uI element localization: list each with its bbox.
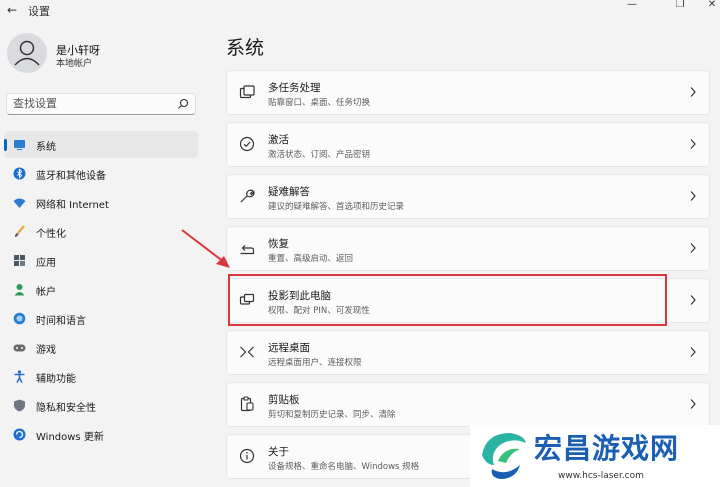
app-title: 设置	[28, 5, 50, 18]
card-subtitle: 建议的疑难解答、首选项和历史记录	[268, 202, 405, 212]
sidebar-item-privacy[interactable]: 隐私和安全性	[4, 392, 198, 419]
sidebar-item-label: 帐户	[36, 287, 56, 298]
title-bar: ← 设置 — ❐ ✕	[0, 0, 720, 22]
clipboard-icon	[240, 396, 254, 412]
search-box[interactable]	[6, 93, 196, 115]
user-avatar-icon	[14, 40, 40, 66]
card-title: 远程桌面	[268, 342, 310, 354]
sidebar-item-label: 辅助功能	[36, 374, 76, 385]
brush-icon	[15, 225, 25, 237]
card-title: 恢复	[268, 238, 289, 250]
card-subtitle: 远程桌面用户、连接权限	[268, 358, 362, 368]
sidebar-item-label: 应用	[36, 258, 56, 269]
sidebar-item-network[interactable]: 网络和 Internet	[4, 189, 198, 216]
chevron-right-icon	[690, 243, 696, 253]
wrench-icon	[240, 189, 255, 203]
watermark-brand: 宏昌游戏网	[534, 432, 680, 465]
card-clipboard[interactable]: 剪贴板 剪切和复制历史记录、同步、清除	[226, 382, 710, 427]
account-icon	[14, 284, 25, 296]
apps-icon	[14, 255, 25, 266]
shield-icon	[14, 399, 25, 412]
recovery-icon	[240, 245, 255, 255]
watermark: 宏昌游戏网 www.hcs-laser.com	[470, 425, 720, 487]
globe-clock-icon	[13, 312, 26, 325]
gamepad-icon	[13, 344, 26, 352]
sidebar-item-gaming[interactable]: 游戏	[4, 334, 198, 361]
highlight-box	[228, 274, 667, 326]
active-indicator	[4, 139, 7, 151]
sidebar-item-system[interactable]: 系统	[4, 131, 198, 158]
card-remote-desktop[interactable]: 远程桌面 远程桌面用户、连接权限	[226, 330, 710, 375]
info-icon	[239, 448, 255, 464]
card-troubleshoot[interactable]: 疑难解答 建议的疑难解答、首选项和历史记录	[226, 174, 710, 219]
sidebar-item-label: Windows 更新	[36, 432, 104, 443]
chevron-right-icon	[690, 139, 696, 149]
chevron-right-icon	[690, 347, 696, 357]
profile-account-type: 本地帐户	[56, 59, 93, 69]
sidebar-item-time-language[interactable]: 时间和语言	[4, 305, 198, 332]
card-subtitle: 贴靠窗口、桌面、任务切换	[268, 98, 371, 108]
search-icon[interactable]	[177, 98, 189, 110]
sidebar-item-label: 个性化	[36, 229, 66, 240]
back-arrow-icon[interactable]: ←	[4, 2, 20, 18]
chevron-right-icon	[690, 191, 696, 201]
brand-logo	[482, 433, 526, 479]
card-multitasking[interactable]: 多任务处理 贴靠窗口、桌面、任务切换	[226, 70, 710, 115]
card-recovery[interactable]: 恢复 重置、高级启动、返回	[226, 226, 710, 271]
watermark-url: www.hcs-laser.com	[558, 471, 644, 481]
card-title: 疑难解答	[268, 186, 310, 198]
chevron-right-icon	[690, 87, 696, 97]
wifi-icon	[13, 198, 26, 208]
bluetooth-icon	[13, 167, 26, 180]
restore-icon[interactable]: ❐	[668, 0, 692, 12]
card-activation[interactable]: 激活 激活状态、订阅、产品密钥	[226, 122, 710, 167]
sidebar-item-label: 游戏	[36, 345, 56, 356]
sidebar-item-apps[interactable]: 应用	[4, 247, 198, 274]
minimize-icon[interactable]: —	[620, 0, 644, 12]
sidebar-item-label: 隐私和安全性	[36, 403, 96, 414]
card-subtitle: 设备规格、重命名电脑、Windows 规格	[268, 462, 420, 472]
activation-check-icon	[239, 136, 255, 152]
card-subtitle: 剪切和复制历史记录、同步、清除	[268, 410, 396, 420]
sidebar-item-bluetooth[interactable]: 蓝牙和其他设备	[4, 160, 198, 187]
close-icon[interactable]: ✕	[700, 0, 720, 12]
card-title: 剪贴板	[268, 394, 300, 406]
sidebar-item-label: 系统	[36, 142, 56, 153]
chevron-right-icon	[690, 295, 696, 305]
sidebar-item-label: 网络和 Internet	[36, 200, 109, 211]
sidebar-item-personalization[interactable]: 个性化	[4, 218, 198, 245]
page-title: 系统	[226, 37, 265, 59]
accessibility-icon	[14, 370, 25, 383]
sidebar-item-accounts[interactable]: 帐户	[4, 276, 198, 303]
red-arrow-annotation	[181, 229, 230, 268]
update-icon	[13, 428, 26, 441]
card-subtitle: 激活状态、订阅、产品密钥	[268, 150, 371, 160]
sidebar-item-windows-update[interactable]: Windows 更新	[4, 421, 198, 448]
remote-desktop-icon	[240, 346, 254, 358]
card-title: 关于	[268, 446, 289, 458]
avatar[interactable]	[7, 33, 47, 73]
card-title: 激活	[268, 134, 289, 146]
system-display-icon	[14, 140, 25, 150]
search-input[interactable]	[13, 97, 173, 110]
card-title: 多任务处理	[268, 82, 321, 94]
card-subtitle: 重置、高级启动、返回	[268, 254, 354, 264]
sidebar-item-accessibility[interactable]: 辅助功能	[4, 363, 198, 390]
sidebar-item-label: 蓝牙和其他设备	[36, 171, 106, 182]
chevron-right-icon	[690, 399, 696, 409]
sidebar-item-label: 时间和语言	[36, 316, 86, 327]
multitasking-icon	[239, 85, 255, 99]
